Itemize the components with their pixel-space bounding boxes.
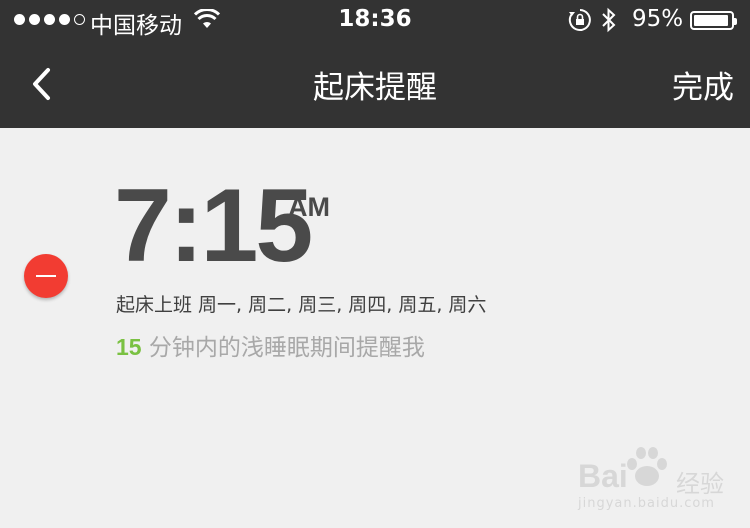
bluetooth-icon <box>600 7 618 37</box>
status-bar: 中国移动 18:36 95% <box>0 0 750 40</box>
smart-wake-window: 15 分钟内的浅睡眠期间提醒我 <box>116 328 425 362</box>
smart-wake-minutes: 15 <box>116 334 142 360</box>
rotation-lock-icon <box>568 8 592 36</box>
delete-alarm-button[interactable] <box>24 254 68 298</box>
battery-nub <box>734 18 737 25</box>
alarm-repeat-days: 起床上班 周一, 周二, 周三, 周四, 周五, 周六 <box>116 294 487 316</box>
minus-icon <box>36 275 56 277</box>
page-title: 起床提醒 <box>313 70 437 106</box>
alarm-item[interactable]: 7:15 AM 起床上班 周一, 周二, 周三, 周四, 周五, 周六 15 分… <box>0 128 750 378</box>
top-bar: 中国移动 18:36 95% 起床提醒 完成 <box>0 0 750 128</box>
battery-percent: 95% <box>632 6 684 32</box>
paw-icon <box>620 444 674 498</box>
alarm-period: AM <box>288 192 330 222</box>
done-button[interactable]: 完成 <box>672 62 734 107</box>
nav-bar: 起床提醒 完成 <box>0 40 750 128</box>
alarm-time-block: 7:15 AM <box>114 168 330 284</box>
smart-wake-text: 分钟内的浅睡眠期间提醒我 <box>141 335 425 361</box>
baidu-jingyan-watermark: Bai 经验 jingyan.baidu.com <box>578 444 738 514</box>
alarm-time: 7:15 <box>114 168 313 284</box>
battery-fill <box>694 15 728 26</box>
battery-icon <box>690 11 737 30</box>
watermark-url: jingyan.baidu.com <box>578 496 715 511</box>
watermark-brand-cn: 经验 <box>676 470 724 498</box>
